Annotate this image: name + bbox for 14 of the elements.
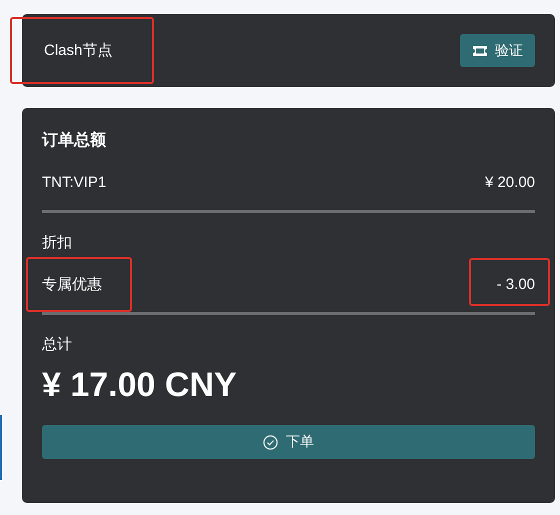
- ticket-icon: [472, 44, 488, 56]
- discount-name: 专属优惠: [42, 276, 102, 292]
- side-panel-edge: [0, 415, 2, 480]
- place-order-button[interactable]: 下单: [42, 425, 535, 459]
- total-heading: 总计: [42, 335, 73, 354]
- item-price: ¥ 20.00: [484, 174, 535, 190]
- order-heading: 订单总额: [42, 130, 107, 151]
- verify-button[interactable]: 验证: [460, 34, 535, 67]
- discount-amount: - 3.00: [496, 276, 535, 292]
- total-amount: ¥ 17.00 CNY: [42, 366, 238, 405]
- discount-heading: 折扣: [42, 233, 73, 252]
- item-name: TNT:VIP1: [42, 174, 106, 190]
- node-title: Clash节点: [44, 42, 112, 59]
- check-circle-icon: [263, 434, 278, 450]
